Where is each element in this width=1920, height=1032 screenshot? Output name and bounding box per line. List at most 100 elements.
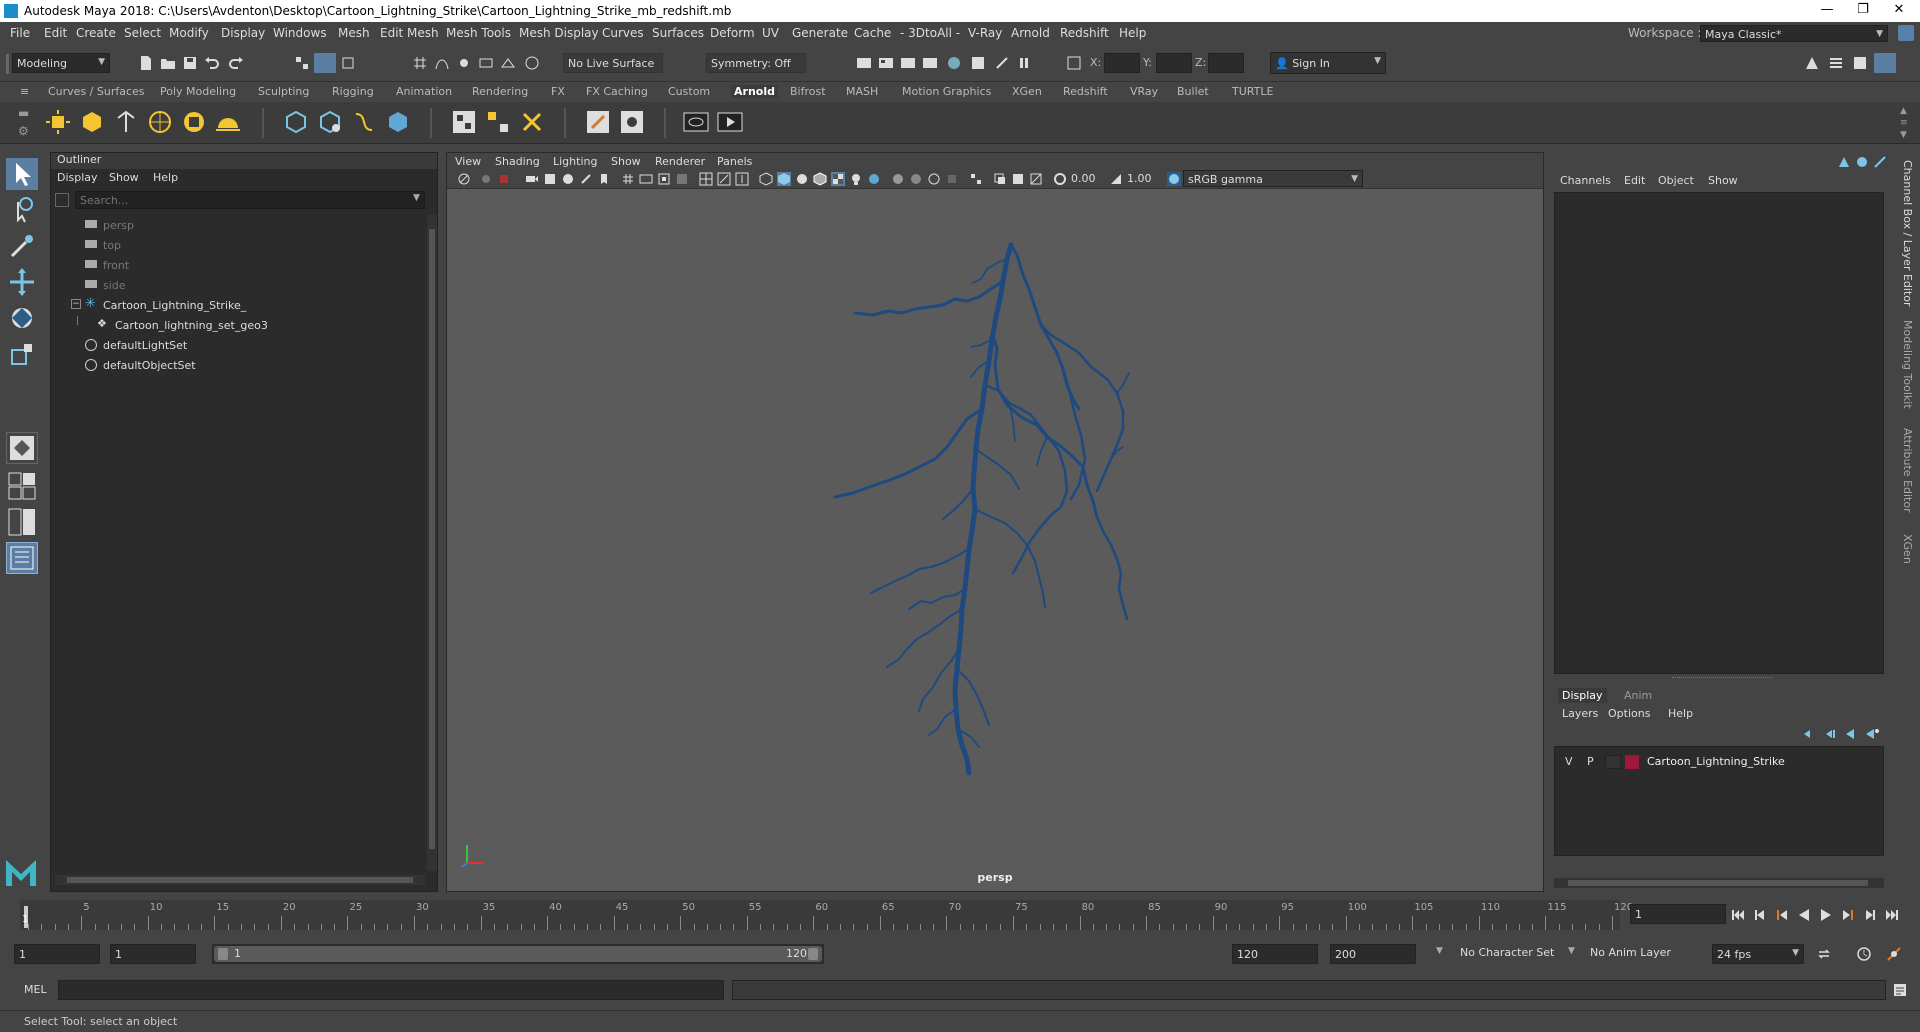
new-empty-layer-icon[interactable] (1844, 726, 1860, 742)
y-input[interactable] (1156, 53, 1192, 73)
shelf-tab-mash[interactable]: MASH (846, 85, 878, 98)
photometric-light-icon[interactable] (112, 108, 140, 136)
shelf-tab-motion-graphics[interactable]: Motion Graphics (902, 85, 991, 98)
menu-edit-mesh[interactable]: Edit Mesh (380, 26, 439, 40)
z-input[interactable] (1208, 53, 1244, 73)
pause-icon[interactable] (1016, 55, 1032, 71)
outliner-row-front[interactable]: front (51, 256, 421, 274)
wireframe-on-shaded-icon[interactable] (813, 172, 827, 186)
tx-manager-icon[interactable] (584, 108, 612, 136)
outliner-vertical-scrollbar[interactable] (427, 215, 437, 871)
outliner-horizontal-scrollbar[interactable] (55, 875, 425, 885)
x-ray-joints-icon[interactable] (1011, 172, 1025, 186)
character-set-label[interactable]: No Character Set (1460, 946, 1554, 959)
animation-start-field[interactable]: 1 (14, 944, 100, 964)
x-ray-components-icon[interactable] (1029, 172, 1043, 186)
render-arnold-icon[interactable] (716, 108, 744, 136)
lasso-tool-button[interactable] (6, 194, 38, 226)
outliner-row-cartoon-lightning-set-geo3[interactable]: ❖ Cartoon_lightning_set_geo3 (51, 316, 421, 334)
playback-end-field[interactable]: 120 (1232, 944, 1318, 964)
shelf-tab-curves-surfaces[interactable]: Curves / Surfaces (48, 85, 145, 98)
export-standin-icon[interactable] (316, 108, 344, 136)
redo-icon[interactable] (228, 55, 244, 71)
menu-file[interactable]: File (10, 26, 30, 40)
flush-textures-icon[interactable] (450, 108, 478, 136)
snap-curve-icon[interactable] (434, 55, 450, 71)
channels-menu-show[interactable]: Show (1708, 174, 1738, 187)
shelf-tab-bullet[interactable]: Bullet (1177, 85, 1209, 98)
render-view-arnold-icon[interactable] (682, 108, 710, 136)
layer-menu-layers[interactable]: Layers (1562, 707, 1598, 720)
maximize-button[interactable]: ❐ (1848, 2, 1878, 20)
shelf-tab-redshift[interactable]: Redshift (1063, 85, 1108, 98)
side-tab-channel-box[interactable]: Channel Box / Layer Editor (1901, 160, 1914, 307)
snap-point-icon[interactable] (456, 55, 472, 71)
modeling-toolkit-icon[interactable] (1804, 55, 1820, 71)
gamma-value[interactable]: 1.00 (1127, 172, 1152, 185)
side-tab-modeling-toolkit[interactable]: Modeling Toolkit (1901, 320, 1914, 409)
menu-curves[interactable]: Curves (602, 26, 644, 40)
hypershade-icon[interactable] (946, 55, 962, 71)
viewport-menu-view[interactable]: View (455, 155, 481, 168)
two-d-pan-icon[interactable] (561, 172, 575, 186)
move-layer-down-icon[interactable] (1822, 726, 1838, 742)
transform-mode-icon[interactable] (1066, 55, 1082, 71)
x-ray-icon[interactable] (993, 172, 1007, 186)
menu-edit[interactable]: Edit (44, 26, 67, 40)
bookmark-icon[interactable] (497, 172, 511, 186)
menu-mesh-display[interactable]: Mesh Display (519, 26, 599, 40)
viewport-menu-panels[interactable]: Panels (717, 155, 752, 168)
layout-four-button[interactable] (6, 470, 38, 502)
step-back-frame-icon[interactable] (1774, 907, 1790, 923)
command-language-toggle[interactable]: MEL (24, 983, 47, 996)
current-frame-field[interactable]: 1 (1630, 904, 1726, 924)
gate-mask-icon[interactable] (675, 172, 689, 186)
shelf-tab-xgen[interactable]: XGen (1012, 85, 1042, 98)
tool-settings-icon[interactable] (1852, 55, 1868, 71)
rotate-tool-button[interactable] (6, 302, 38, 334)
shelf-scroll-up-icon[interactable]: ▲ (1900, 106, 1907, 116)
select-object-mode-button[interactable] (314, 53, 336, 73)
collapse-icon[interactable]: − (71, 299, 81, 309)
channels-menu-object[interactable]: Object (1658, 174, 1694, 187)
symmetry-dropdown[interactable]: Symmetry: Off (706, 53, 806, 73)
exposure-value[interactable]: 0.00 (1071, 172, 1096, 185)
mode-dropdown[interactable]: Modeling ▼ (12, 53, 110, 73)
outliner-row-persp[interactable]: persp (51, 216, 421, 234)
step-forward-frame-icon[interactable] (1840, 907, 1856, 923)
layer-playback-toggle[interactable]: P (1587, 755, 1594, 768)
loop-icon[interactable] (1816, 946, 1832, 962)
layout-two-button[interactable] (6, 506, 38, 538)
character-set-chevron-icon[interactable]: ▼ (1436, 946, 1443, 956)
panel-splitter[interactable] (1672, 677, 1772, 680)
sign-in-button[interactable]: 👤 Sign In ▼ (1270, 52, 1386, 74)
menu-modify[interactable]: Modify (169, 26, 209, 40)
menu-generate[interactable]: Generate (792, 26, 848, 40)
close-button[interactable]: ✕ (1884, 2, 1914, 20)
scrollbar-thumb[interactable] (1568, 880, 1868, 886)
exposure-icon[interactable] (1053, 172, 1067, 186)
layer-menu-help[interactable]: Help (1668, 707, 1693, 720)
menu-surfaces[interactable]: Surfaces (652, 26, 704, 40)
range-end-grip[interactable] (808, 948, 818, 960)
fps-dropdown[interactable]: 24 fps ▼ (1712, 944, 1804, 964)
animation-end-field[interactable]: 200 (1330, 944, 1416, 964)
image-plane-icon[interactable] (543, 172, 557, 186)
minimize-button[interactable]: — (1812, 2, 1842, 20)
script-editor-icon[interactable] (1892, 982, 1908, 998)
x-input[interactable] (1104, 53, 1140, 73)
outliner-menu-show[interactable]: Show (109, 171, 139, 184)
search-dropdown-chevron-icon[interactable]: ▼ (413, 193, 420, 203)
select-hierarchy-icon[interactable] (294, 55, 310, 71)
mesh-light-icon[interactable] (78, 108, 106, 136)
layout-single-button[interactable] (6, 432, 38, 464)
standin-icon[interactable] (282, 108, 310, 136)
textured-icon[interactable] (831, 172, 845, 186)
smooth-shade-icon[interactable] (777, 172, 791, 186)
render-frame-icon[interactable] (878, 55, 894, 71)
shelf-tab-rigging[interactable]: Rigging (332, 85, 374, 98)
safe-title-icon[interactable] (735, 172, 749, 186)
undo-icon[interactable] (204, 55, 220, 71)
snap-surface-icon[interactable] (500, 55, 516, 71)
animation-prefs-icon[interactable] (1886, 946, 1902, 962)
